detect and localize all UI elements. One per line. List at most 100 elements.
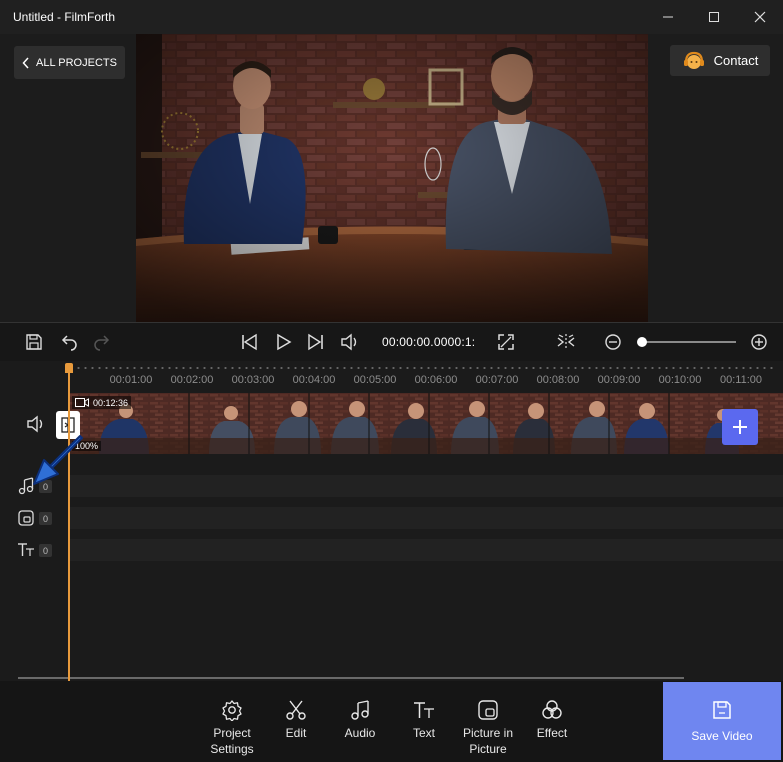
effect-label: Effect [536,726,568,740]
save-video-button[interactable]: Save Video [663,682,781,760]
pip-track[interactable] [70,507,783,529]
text-track[interactable] [70,539,783,561]
redo-icon [94,335,110,351]
clip-thumbnails [69,393,783,454]
ruler-tick: 00:11:00 [719,374,762,386]
play-icon [277,333,292,351]
close-button[interactable] [737,0,783,34]
picture-in-picture-label: Picture in Picture [462,726,514,756]
video-preview[interactable] [136,34,648,322]
text-track-icon-button[interactable] [16,540,36,560]
all-projects-label: ALL PROJECTS [36,56,117,69]
volume-button[interactable] [340,332,360,352]
gear-icon [222,700,242,721]
maximize-button[interactable] [691,0,737,34]
save-video-label: Save Video [691,729,753,743]
audio-label: Audio [344,726,376,740]
split-icon [557,334,575,350]
timecode-display: 00:00:00.0000:1: [382,335,476,349]
undo-button[interactable] [59,332,79,352]
text-icon [18,543,34,556]
track-volume-button[interactable] [26,414,46,434]
ruler-tick: 00:05:00 [353,374,397,386]
plus-icon [733,420,747,434]
contact-button[interactable]: Contact [670,45,770,76]
video-clip[interactable] [69,393,783,454]
ruler-tick: 00:09:00 [597,374,641,386]
effect-icon [542,700,562,719]
chevron-left-icon [22,56,29,69]
plus-circle-icon [751,334,767,350]
ruler-tick: 00:06:00 [414,374,458,386]
edit-button[interactable]: Edit [260,699,332,741]
text-button[interactable]: Text [388,699,460,741]
pip-icon [478,700,498,720]
pip-track-icon-button[interactable] [16,508,36,528]
ruler-dots [75,367,775,369]
zoom-slider-track[interactable] [640,341,736,343]
audio-track[interactable] [70,475,783,497]
window-controls [645,0,783,34]
text-track-count: 0 [39,544,52,557]
speaker-icon [341,333,357,351]
pip-icon [18,510,34,526]
ruler-tick: 00:04:00 [292,374,336,386]
clip-duration: 00:12:36 [93,397,129,408]
video-camera-icon [75,398,89,407]
minimize-button[interactable] [645,0,691,34]
timeline[interactable]: 00:01:00 00:02:00 00:03:00 00:04:00 00:0… [0,361,783,685]
playhead-handle[interactable] [65,363,73,373]
maximize-icon [709,12,719,22]
effect-button[interactable]: Effect [516,699,588,741]
ruler-tick: 00:02:00 [170,374,214,386]
skip-forward-button[interactable] [306,332,326,352]
minus-circle-icon [605,334,621,350]
text-label: Text [412,726,435,740]
window-title: Untitled - FilmForth [13,10,116,24]
zoom-out-button[interactable] [603,332,623,352]
close-icon [754,11,766,23]
music-note-icon [351,700,369,720]
minimize-icon [663,16,673,18]
undo-icon [61,335,77,351]
add-media-button[interactable] [722,409,758,445]
contact-label: Contact [713,53,759,68]
audio-button[interactable]: Audio [324,699,396,741]
fullscreen-button[interactable] [496,332,516,352]
skip-forward-icon [308,333,323,351]
save-project-button[interactable] [24,332,44,352]
support-agent-icon [683,51,704,69]
skip-back-button[interactable] [239,332,259,352]
text-icon [414,702,434,718]
title-bar: Untitled - FilmForth [0,0,783,34]
split-tool-button[interactable] [556,332,576,352]
timeline-ruler[interactable]: 00:01:00 00:02:00 00:03:00 00:04:00 00:0… [0,361,783,391]
skip-back-icon [242,333,257,351]
playhead-line[interactable] [68,365,70,685]
play-button[interactable] [273,332,293,352]
clip-duration-badge: 00:12:36 [72,396,132,409]
speaker-icon [27,415,43,433]
edit-label: Edit [285,726,307,740]
scissors-icon [286,700,306,720]
bottom-toolbar: Project Settings Edit Audio Text Picture… [0,681,783,762]
expand-icon [498,334,514,350]
floppy-disk-icon [713,701,731,719]
timeline-scrollbar[interactable] [18,677,684,679]
playback-toolbar: 00:00:00.0000:1: [0,322,783,362]
zoom-in-button[interactable] [749,332,769,352]
ruler-tick: 00:10:00 [658,374,702,386]
all-projects-button[interactable]: ALL PROJECTS [14,46,125,79]
project-settings-label: Project Settings [210,726,254,756]
pip-track-count: 0 [39,512,52,525]
ruler-tick: 00:08:00 [536,374,580,386]
project-settings-button[interactable]: Project Settings [196,699,268,757]
picture-in-picture-button[interactable]: Picture in Picture [452,699,524,757]
ruler-tick: 00:03:00 [231,374,275,386]
arrow-annotation-icon [33,435,83,485]
ruler-tick: 00:07:00 [475,374,519,386]
zoom-slider-knob[interactable] [637,337,647,347]
redo-button[interactable] [92,332,112,352]
video-frame-image [136,34,648,322]
floppy-disk-icon [26,334,42,350]
